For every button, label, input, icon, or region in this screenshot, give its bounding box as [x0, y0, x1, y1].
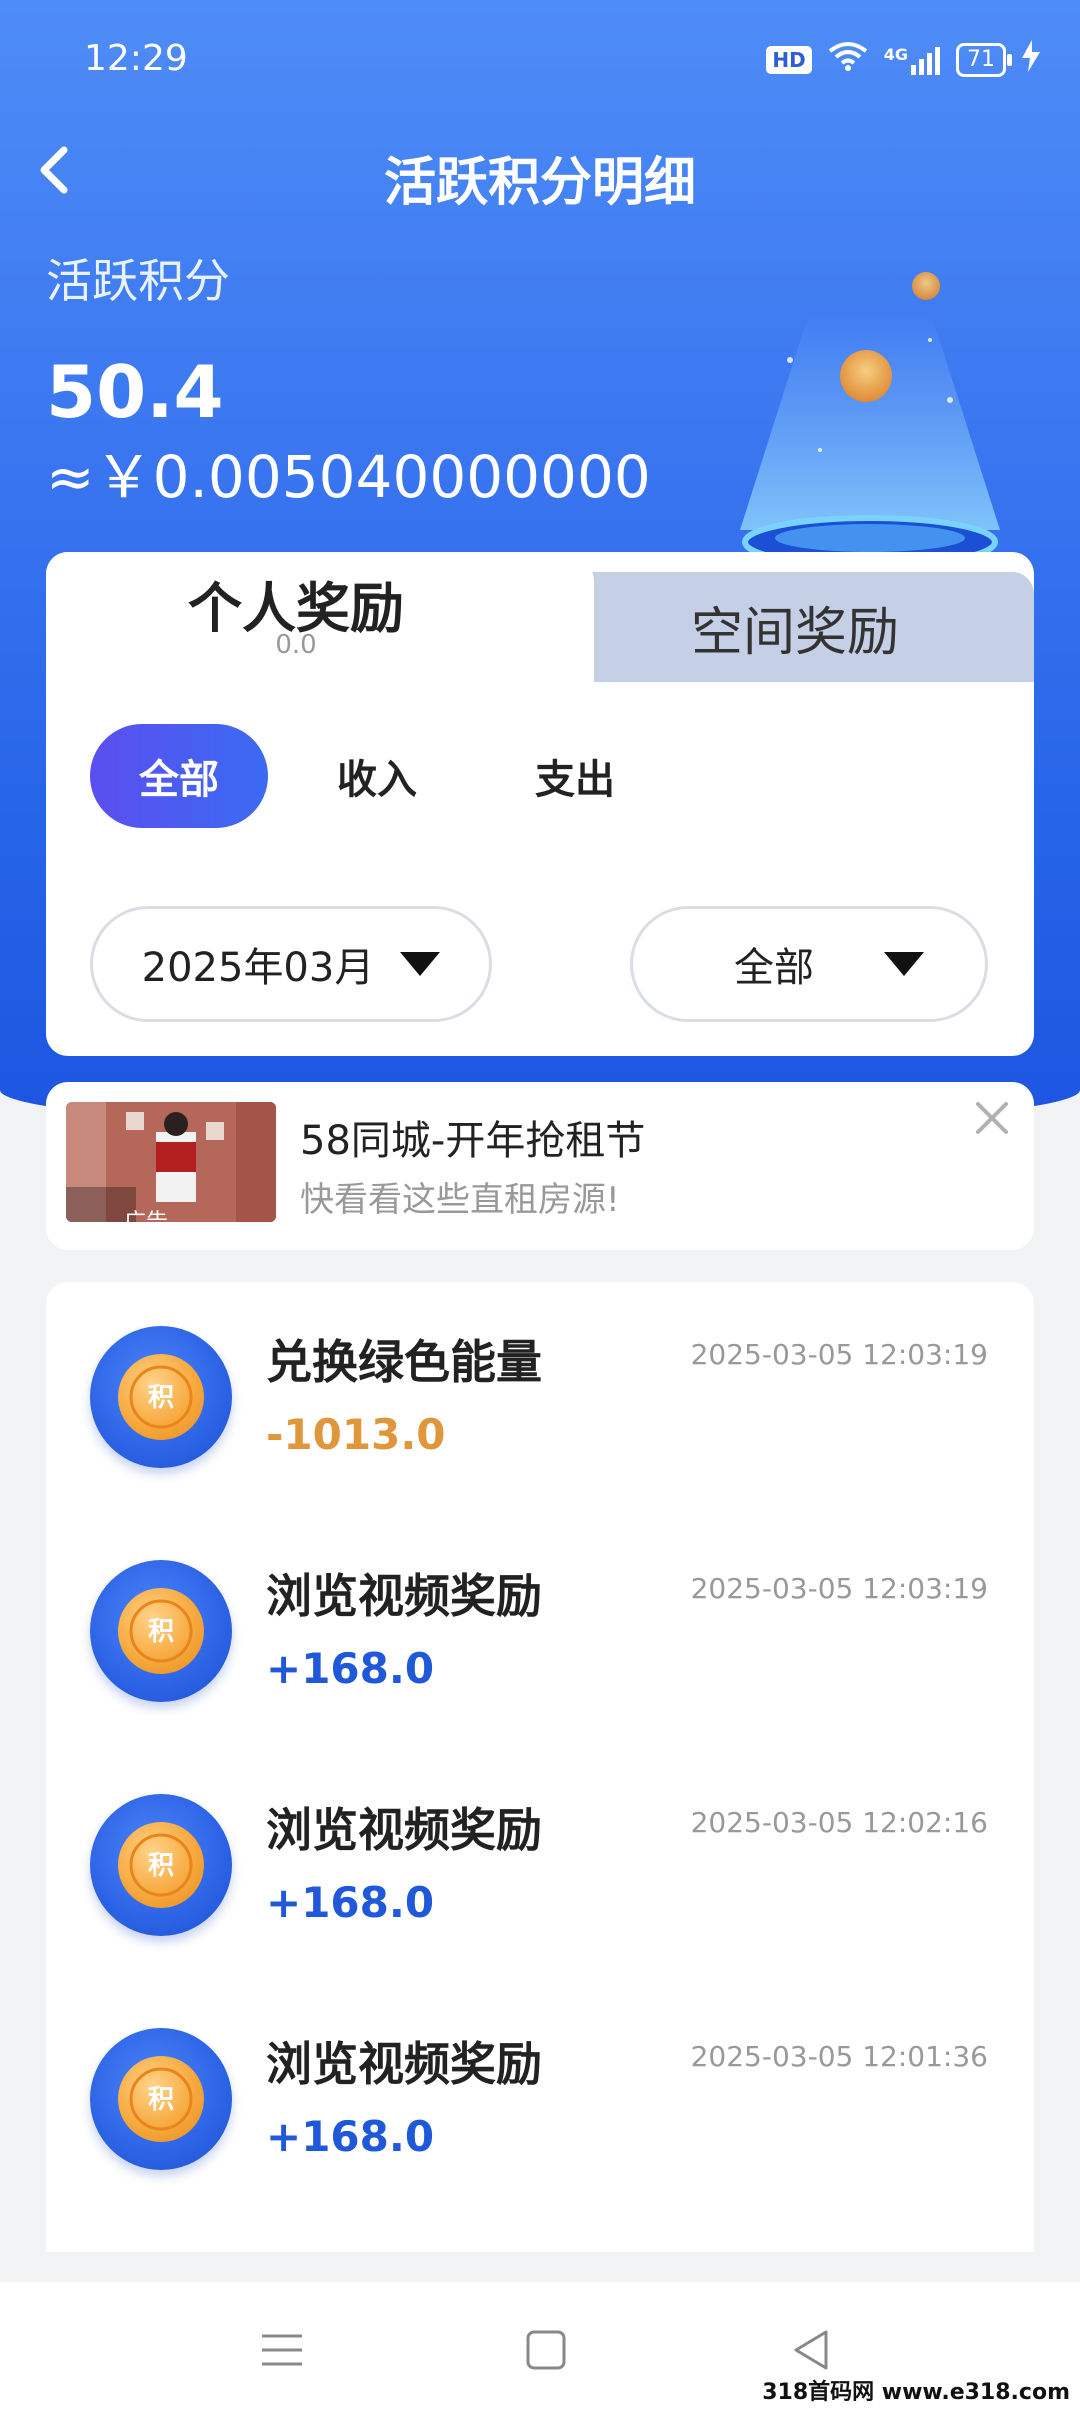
tab-label: 空间奖励 — [690, 602, 899, 663]
ad-tag: 广告 — [124, 1204, 168, 1222]
system-navigation-bar: 318首码网 www.e318.com — [0, 2282, 1080, 2412]
status-bar: 12:29 HD 4G 71 — [0, 0, 1080, 120]
record-title: 浏览视频奖励 — [266, 1803, 542, 1857]
coin-platform-illustration — [740, 272, 1000, 569]
coin-icon: 积 — [90, 1794, 232, 1936]
chip-income[interactable]: 收入 — [288, 724, 466, 828]
record-time: 2025-03-05 12:03:19 — [690, 1572, 988, 1605]
points-label: 活跃积分 — [46, 254, 230, 308]
top-bar: 活跃积分明细 — [0, 130, 1080, 220]
points-value: 50.4 — [46, 350, 224, 434]
tab-sub-value: 0.0 — [275, 630, 317, 660]
rewards-card: 空间奖励 个人奖励 0.0 全部 收入 支出 2025年03月 全部 — [46, 552, 1034, 1056]
signal-icon: 4G — [884, 45, 940, 75]
status-time: 12:29 — [84, 38, 188, 79]
watermark: 318首码网 www.e318.com — [762, 2380, 1070, 2405]
list-item[interactable]: 积 兑换绿色能量 2025-03-05 12:03:19 -1013.0 — [46, 1282, 1034, 1516]
record-amount: +168.0 — [266, 1878, 435, 1927]
chip-expense[interactable]: 支出 — [486, 724, 664, 828]
record-amount: +168.0 — [266, 1644, 435, 1693]
svg-text:积: 积 — [148, 2085, 174, 2115]
filter-chips: 全部 收入 支出 — [90, 724, 664, 828]
back-triangle-icon[interactable] — [782, 2320, 842, 2380]
caret-down-icon — [884, 952, 924, 976]
record-time: 2025-03-05 12:01:36 — [690, 2040, 988, 2073]
ad-description: 快看看这些直租房源! — [300, 1180, 620, 1220]
ad-banner[interactable]: 广告 58同城-开年抢租节 快看看这些直租房源! — [46, 1082, 1034, 1250]
record-title: 浏览视频奖励 — [266, 2037, 542, 2091]
records-list: 积 兑换绿色能量 2025-03-05 12:03:19 -1013.0 积 浏… — [46, 1282, 1034, 2252]
coin-icon: 积 — [90, 2028, 232, 2170]
coin-icon: 积 — [90, 1326, 232, 1468]
list-item[interactable]: 积 浏览视频奖励 2025-03-05 12:03:19 +168.0 — [46, 1516, 1034, 1750]
hd-icon: HD — [766, 45, 812, 74]
tab-personal-rewards[interactable]: 个人奖励 0.0 — [46, 552, 594, 682]
record-time: 2025-03-05 12:02:16 — [690, 1806, 988, 1839]
battery-icon: 71 — [956, 42, 1012, 77]
list-item[interactable]: 积 浏览视频奖励 2025-03-05 12:01:36 +168.0 — [46, 1984, 1034, 2218]
month-value: 2025年03月 — [141, 945, 375, 991]
tab-space-rewards[interactable]: 空间奖励 — [556, 572, 1034, 682]
coin-icon: 积 — [90, 1560, 232, 1702]
record-time: 2025-03-05 12:03:19 — [690, 1338, 988, 1371]
ad-thumbnail: 广告 — [66, 1102, 276, 1222]
svg-text:积: 积 — [148, 1383, 174, 1413]
caret-down-icon — [400, 952, 441, 976]
status-icons: HD 4G 71 — [766, 40, 1040, 79]
svg-text:积: 积 — [148, 1617, 174, 1647]
ad-title: 58同城-开年抢租节 — [300, 1118, 646, 1164]
page-title: 活跃积分明细 — [383, 153, 696, 213]
record-amount: +168.0 — [266, 2112, 435, 2161]
type-dropdown[interactable]: 全部 — [630, 906, 988, 1022]
close-icon[interactable] — [970, 1096, 1014, 1140]
chip-all[interactable]: 全部 — [90, 724, 268, 828]
svg-text:积: 积 — [148, 1851, 174, 1881]
record-title: 兑换绿色能量 — [266, 1335, 542, 1389]
record-title: 浏览视频奖励 — [266, 1569, 542, 1623]
menu-icon[interactable] — [252, 2320, 312, 2380]
wifi-icon — [828, 41, 868, 78]
charging-icon — [1022, 40, 1040, 79]
record-amount: -1013.0 — [266, 1410, 446, 1459]
home-icon[interactable] — [516, 2320, 576, 2380]
month-dropdown[interactable]: 2025年03月 — [90, 906, 492, 1022]
type-value: 全部 — [734, 945, 814, 991]
points-cny-value: ≈￥0.005040000000 — [46, 443, 651, 511]
list-item[interactable]: 积 浏览视频奖励 2025-03-05 12:02:16 +168.0 — [46, 1750, 1034, 1984]
